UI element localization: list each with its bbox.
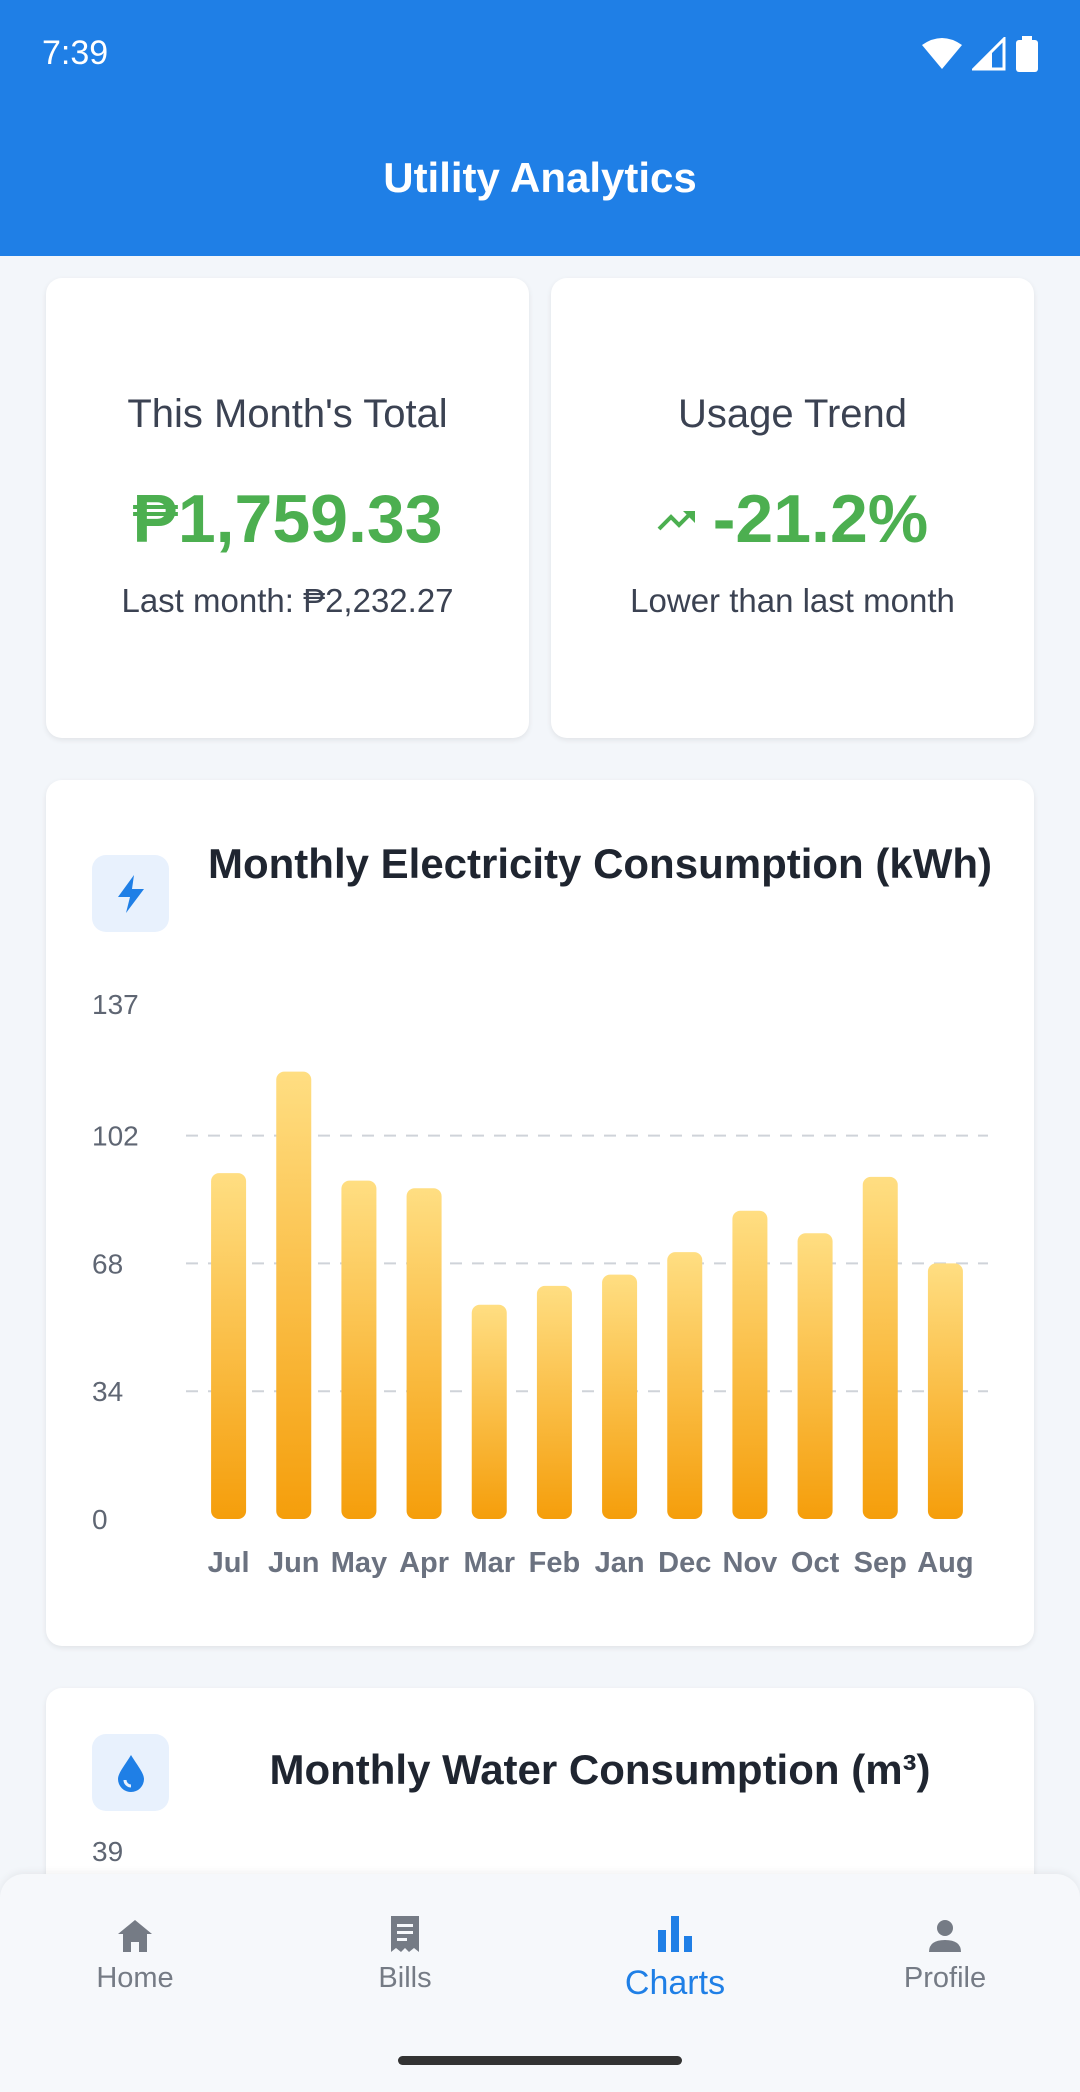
total-label: This Month's Total: [127, 392, 448, 436]
x-tick-label: Aug: [917, 1547, 973, 1579]
receipt-icon: [391, 1916, 419, 1952]
bar-aug[interactable]: [927, 1263, 963, 1519]
x-tick-label: Dec: [658, 1547, 711, 1579]
x-tick-label: Feb: [529, 1547, 581, 1579]
x-tick-label: Nov: [723, 1547, 778, 1579]
water-icon-box: [92, 1734, 169, 1811]
y-tick-label: 68: [92, 1248, 123, 1279]
last-month-text: Last month: ₱2,232.27: [121, 582, 454, 619]
total-summary-card: This Month's Total ₱1,759.33 Last month:…: [46, 278, 529, 738]
trend-label: Usage Trend: [677, 392, 908, 436]
y-tick-label: 102: [92, 1121, 139, 1152]
bar-mar[interactable]: [471, 1304, 507, 1519]
wifi-icon: [922, 38, 962, 69]
nav-home[interactable]: Home: [0, 1910, 270, 1995]
x-tick-label: Mar: [463, 1547, 515, 1579]
bar-oct[interactable]: [797, 1233, 833, 1519]
page-title: Utility Analytics: [383, 154, 697, 201]
nav-charts[interactable]: Charts: [540, 1910, 810, 2003]
status-time: 7:39: [42, 34, 109, 72]
x-tick-label: Sep: [854, 1547, 907, 1579]
bar-may[interactable]: [341, 1180, 377, 1519]
x-tick-label: Oct: [791, 1547, 840, 1579]
water-chart-title: Monthly Water Consumption (m³): [269, 1746, 931, 1793]
trend-subtext: Lower than last month: [630, 582, 955, 619]
electricity-chart-card: Monthly Electricity Consumption (kWh) 03…: [46, 780, 1034, 1646]
trend-percent: -21.2%: [712, 481, 929, 557]
bar-nov[interactable]: [732, 1210, 768, 1519]
bar-sep[interactable]: [862, 1176, 898, 1519]
bar-chart-icon: [658, 1916, 692, 1952]
total-value: ₱1,759.33: [46, 480, 529, 558]
x-tick-label: Apr: [399, 1547, 449, 1579]
electricity-bar-chart: 0 34 68 102 137 Jul Jun May Apr Mar Feb Jan Dec Nov Oc…: [92, 989, 988, 1579]
trending-icon: [657, 511, 695, 531]
y-tick-label: 137: [92, 989, 139, 1020]
bar-jun[interactable]: [276, 1071, 312, 1519]
nav-bills[interactable]: Bills: [270, 1910, 540, 1995]
home-indicator: [398, 2056, 682, 2065]
bar-jan[interactable]: [602, 1274, 638, 1519]
status-icons: [922, 36, 1038, 72]
nav-profile-label: Profile: [903, 1962, 987, 1994]
y-tick-label: 34: [92, 1376, 123, 1407]
trend-summary-card: Usage Trend -21.2% Lower than last month: [551, 278, 1034, 738]
bar-apr[interactable]: [406, 1188, 442, 1519]
bar-jul[interactable]: [211, 1173, 247, 1519]
nav-bills-label: Bills: [378, 1962, 432, 1994]
x-tick-label: Jun: [268, 1547, 320, 1579]
y-tick-label: 0: [92, 1504, 108, 1535]
x-tick-label: May: [331, 1547, 387, 1579]
signal-icon: [972, 37, 1006, 71]
person-icon: [929, 1920, 961, 1952]
nav-charts-label: Charts: [624, 1964, 726, 2002]
total-amount: ₱1,759.33: [132, 481, 443, 557]
bar-feb[interactable]: [536, 1285, 572, 1519]
app-bar: Utility Analytics: [0, 110, 1080, 256]
x-tick-label: Jul: [208, 1547, 250, 1579]
trend-value: -21.2%: [551, 480, 1034, 558]
nav-home-label: Home: [96, 1962, 174, 1994]
x-tick-label: Jan: [595, 1547, 645, 1579]
battery-icon: [1016, 36, 1038, 72]
bar-dec[interactable]: [667, 1252, 703, 1519]
water-y-tick: 39: [92, 1836, 124, 1867]
home-icon: [118, 1920, 152, 1952]
water-drop-icon: [117, 1754, 144, 1792]
status-bar: 7:39: [0, 0, 1080, 110]
nav-profile[interactable]: Profile: [810, 1910, 1080, 1995]
